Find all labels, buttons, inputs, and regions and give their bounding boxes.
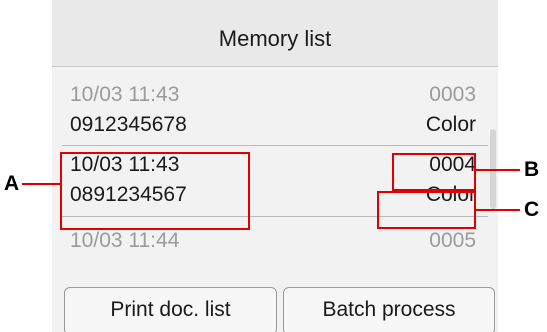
highlight-box-c — [377, 191, 476, 229]
list-item[interactable]: 10/03 11:43 0912345678 0003 Color — [62, 77, 486, 145]
page-title: Memory list — [218, 26, 332, 51]
transaction-number: 0003 — [429, 83, 476, 106]
row-divider — [62, 145, 488, 146]
callout-line-c — [476, 209, 520, 211]
callout-line-a — [22, 183, 60, 185]
highlight-box-b — [392, 153, 476, 191]
highlight-box-a — [60, 152, 250, 230]
color-mode: Color — [425, 113, 476, 136]
callout-label-a: A — [4, 172, 20, 195]
batch-process-button[interactable]: Batch process — [283, 287, 495, 332]
print-doc-list-button[interactable]: Print doc. list — [64, 287, 277, 332]
transaction-number: 0005 — [429, 229, 476, 252]
sender-number: 0912345678 — [70, 113, 187, 136]
callout-label-b: B — [524, 158, 540, 181]
callout-line-b — [476, 169, 520, 171]
received-datetime: 10/03 11:44 — [70, 229, 180, 252]
header-bar: Memory list — [52, 0, 498, 67]
callout-label-c: C — [524, 198, 540, 221]
received-datetime: 10/03 11:43 — [70, 83, 180, 106]
